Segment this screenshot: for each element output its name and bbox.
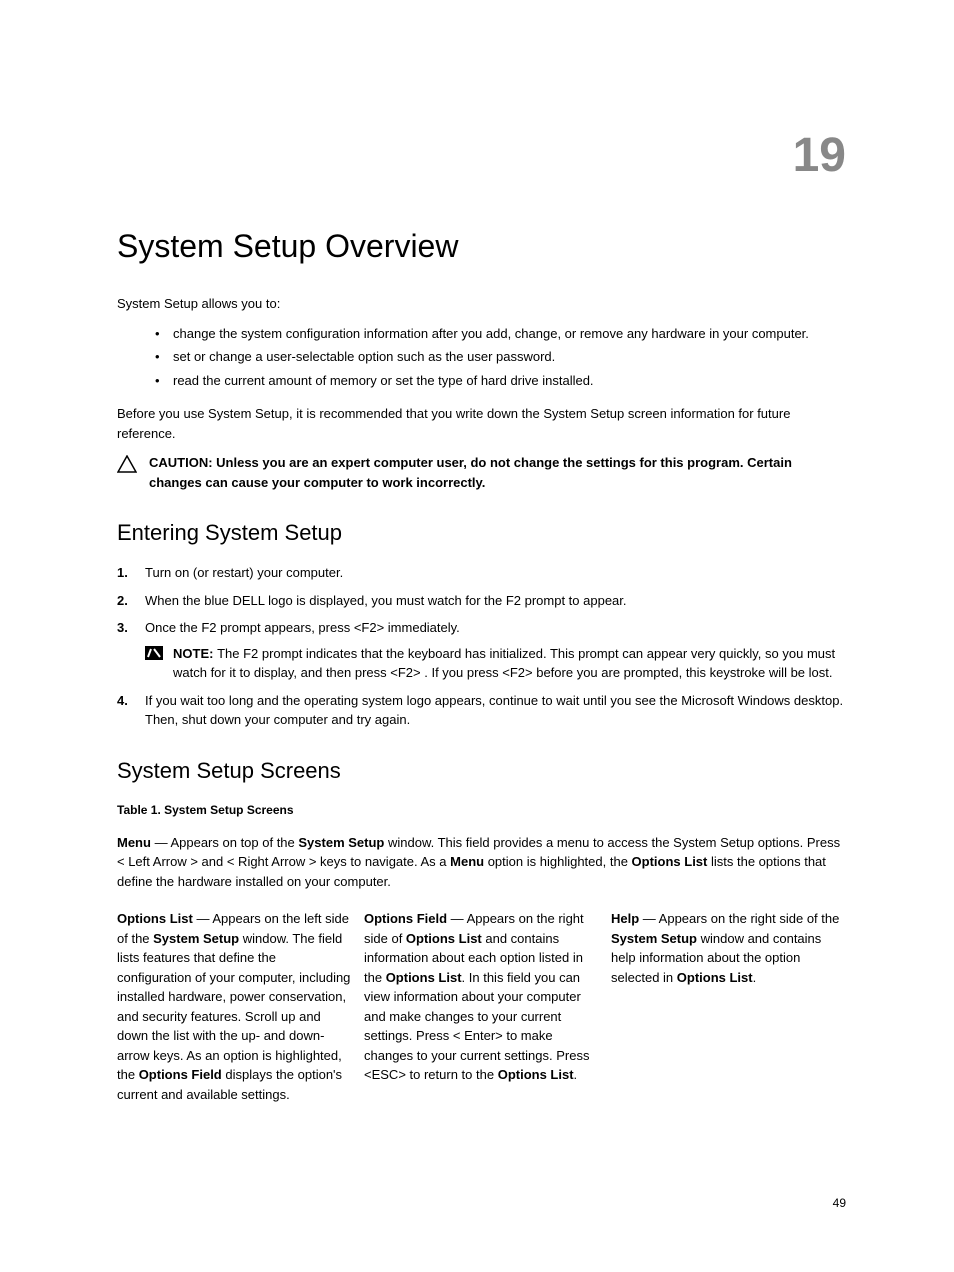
column-options-field: Options Field — Appears on the right sid… [364,909,599,1104]
note-text: NOTE: The F2 prompt indicates that the k… [173,644,846,683]
step-item: If you wait too long and the operating s… [117,691,846,730]
term-system-setup: System Setup [153,931,239,946]
text: . [753,970,757,985]
term-options-list: Options List [386,970,462,985]
column-help: Help — Appears on the right side of the … [611,909,846,1104]
term-system-setup: System Setup [611,931,697,946]
term-options-field: Options Field [139,1067,222,1082]
term-help: Help [611,911,639,926]
page-number: 49 [117,1194,846,1212]
term-options-list: Options List [677,970,753,985]
caution-text: CAUTION: Unless you are an expert comput… [149,453,846,492]
bullet-item: change the system configuration informat… [155,324,846,344]
note-icon [145,646,163,666]
step-text: Once the F2 prompt appears, press <F2> i… [145,620,460,635]
term-menu: Menu [450,854,484,869]
text: — Appears on top of the [151,835,298,850]
term-options-list: Options List [632,854,708,869]
caution-icon [117,455,137,479]
step-item: When the blue DELL logo is displayed, yo… [117,591,846,611]
intro-text: System Setup allows you to: [117,294,846,314]
bullet-item: set or change a user-selectable option s… [155,347,846,367]
section-heading-screens: System Setup Screens [117,754,846,787]
term-system-setup: System Setup [298,835,384,850]
bullet-item: read the current amount of memory or set… [155,371,846,391]
term-options-list: Options List [406,931,482,946]
section-heading-entering: Entering System Setup [117,516,846,549]
text: . In this field you can view information… [364,970,589,1083]
term-menu: Menu [117,835,151,850]
step-item: Turn on (or restart) your computer. [117,563,846,583]
term-options-field: Options Field [364,911,447,926]
before-paragraph: Before you use System Setup, it is recom… [117,404,846,443]
term-options-list: Options List [117,911,193,926]
step-item: Once the F2 prompt appears, press <F2> i… [117,618,846,683]
three-column-descriptions: Options List — Appears on the left side … [117,909,846,1104]
text: option is highlighted, the [484,854,631,869]
column-options-list: Options List — Appears on the left side … [117,909,352,1104]
note-callout: NOTE: The F2 prompt indicates that the k… [145,644,846,683]
text: window. The field lists features that de… [117,931,350,1083]
table-label: Table 1. System Setup Screens [117,801,846,819]
menu-description: Menu — Appears on top of the System Setu… [117,833,846,892]
text: . [574,1067,578,1082]
entering-steps: Turn on (or restart) your computer. When… [117,563,846,730]
caution-callout: CAUTION: Unless you are an expert comput… [117,453,846,492]
chapter-number: 19 [117,120,846,192]
intro-bullets: change the system configuration informat… [155,324,846,391]
term-options-list: Options List [498,1067,574,1082]
note-prefix: NOTE: [173,646,217,661]
page-title: System Setup Overview [117,222,846,270]
note-body: The F2 prompt indicates that the keyboar… [173,646,835,681]
text: — Appears on the right side of the [639,911,839,926]
